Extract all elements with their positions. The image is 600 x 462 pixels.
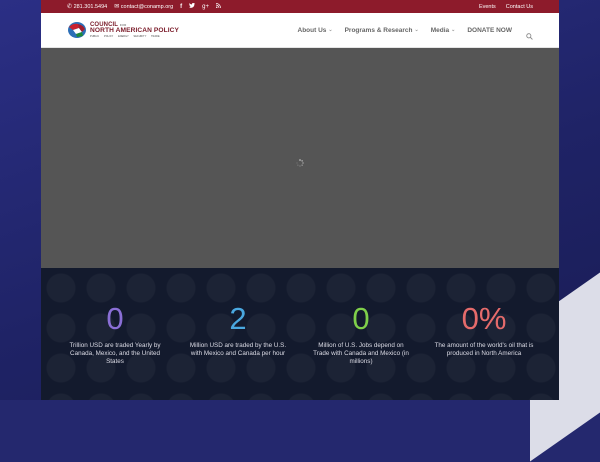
stat-number: 2 xyxy=(229,301,247,336)
stat-label: Trillion USD are traded Yearly by Canada… xyxy=(69,342,161,365)
stats-section: 0 Trillion USD are traded Yearly by Cana… xyxy=(41,268,559,400)
email-link[interactable]: ✉ contact@conamp.org xyxy=(114,3,173,10)
nav-about-us[interactable]: About Us ⌄ xyxy=(298,27,333,34)
page-container: ✆ 281.301.5494 ✉ contact@conamp.org f g+… xyxy=(41,0,559,400)
search-icon[interactable] xyxy=(526,27,533,40)
chevron-down-icon: ⌄ xyxy=(328,27,333,33)
phone-number: 281.301.5494 xyxy=(73,4,108,10)
nav-programs-research-label: Programs & Research xyxy=(344,26,413,34)
nav-media-label: Media xyxy=(430,26,450,34)
stat-label: Million of U.S. Jobs depend on Trade wit… xyxy=(313,342,409,365)
stat-number: 0 xyxy=(106,301,124,336)
nav-donate-now-label: DONATE NOW xyxy=(467,26,512,34)
main-nav: About Us ⌄ Programs & Research ⌄ Media ⌄ DO… xyxy=(298,27,534,40)
nav-about-us-label: About Us xyxy=(297,26,327,34)
stat-us-jobs: 0 Million of U.S. Jobs depend on Trade w… xyxy=(311,302,411,366)
phone-link[interactable]: ✆ 281.301.5494 xyxy=(67,3,107,10)
stat-label: Million USD are traded by the U.S. with … xyxy=(189,342,287,357)
twitter-icon[interactable] xyxy=(189,2,196,10)
email-address: contact@conamp.org xyxy=(120,4,174,10)
loading-spinner-icon xyxy=(296,154,304,167)
stat-trade-per-hour: 2 Million USD are traded by the U.S. wit… xyxy=(188,302,288,358)
logo-tagline: PUBLIC POLICY ENERGY SECURITY TRADE xyxy=(90,34,160,38)
nav-media[interactable]: Media ⌄ xyxy=(431,27,456,34)
stat-number: 0% xyxy=(461,301,507,336)
hero-slider xyxy=(41,48,559,268)
site-logo[interactable]: COUNCIL FOR NORTH AMERICAN POLICY PUBLIC… xyxy=(67,21,179,39)
globe-flags-icon xyxy=(67,21,87,39)
top-bar: ✆ 281.301.5494 ✉ contact@conamp.org f g+… xyxy=(41,0,559,13)
facebook-icon[interactable]: f xyxy=(180,4,182,10)
google-plus-icon[interactable]: g+ xyxy=(202,4,209,10)
envelope-icon: ✉ xyxy=(114,4,120,10)
contact-us-link[interactable]: Contact Us xyxy=(506,4,533,10)
rss-icon[interactable] xyxy=(215,3,221,10)
stat-trade-trillion: 0 Trillion USD are traded Yearly by Cana… xyxy=(65,302,165,366)
nav-donate-now[interactable]: DONATE NOW xyxy=(467,27,512,34)
events-link[interactable]: Events xyxy=(479,4,496,10)
stat-label: The amount of the world's oil that is pr… xyxy=(434,342,534,357)
chevron-down-icon: ⌄ xyxy=(414,27,419,33)
site-header: COUNCIL FOR NORTH AMERICAN POLICY PUBLIC… xyxy=(41,13,559,48)
logo-line2: NORTH AMERICAN POLICY xyxy=(90,27,180,34)
nav-programs-research[interactable]: Programs & Research ⌄ xyxy=(345,27,419,34)
chevron-down-icon: ⌄ xyxy=(451,27,456,33)
phone-icon: ✆ xyxy=(67,4,73,10)
stat-oil-share: 0% The amount of the world's oil that is… xyxy=(434,302,534,358)
stat-number: 0 xyxy=(352,301,370,336)
